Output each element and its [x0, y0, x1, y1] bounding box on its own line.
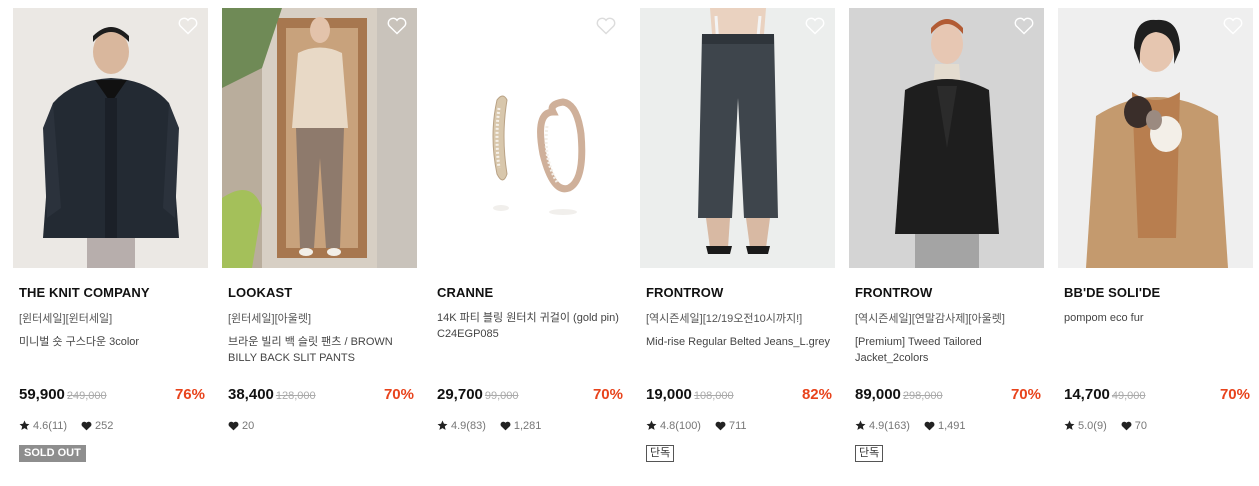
star-icon: [19, 420, 30, 434]
product-name[interactable]: pompom eco fur: [1064, 310, 1250, 326]
heart-filled-icon: [228, 421, 239, 434]
star-icon: [437, 420, 448, 434]
product-meta: 4.9(163) 1,491: [855, 420, 966, 434]
wishlist-heart-icon[interactable]: [1223, 17, 1243, 35]
heart-filled-icon: [81, 421, 92, 434]
product-name[interactable]: 미니벌 숏 구스다운 3color: [19, 334, 205, 350]
star-icon: [646, 420, 657, 434]
product-meta: 5.0(9) 70: [1064, 420, 1147, 434]
heart-filled-icon: [924, 421, 935, 434]
brand-name[interactable]: THE KNIT COMPANY: [19, 285, 150, 300]
product-image[interactable]: [222, 8, 417, 268]
sale-price: 19,000: [646, 386, 692, 403]
product-card[interactable]: THE KNIT COMPANY [윈터세일][윈터세일] 미니벌 숏 구스다운…: [13, 8, 208, 478]
discount-rate: 70%: [383, 386, 414, 403]
product-meta: 4.6(11) 252: [19, 420, 113, 434]
exclusive-badge: 단독: [855, 445, 884, 462]
discount-rate: 70%: [1010, 386, 1041, 403]
heart-filled-icon: [715, 421, 726, 434]
like-count: 252: [95, 420, 114, 432]
wishlist-heart-icon[interactable]: [596, 17, 616, 35]
exclusive-badge: 단독: [646, 445, 675, 462]
tweed-jacket-model-image: [849, 8, 1044, 268]
sale-price: 29,700: [437, 386, 483, 403]
price-row: 14,700 49,000 70%: [1064, 386, 1250, 406]
sale-price: 59,900: [19, 386, 65, 403]
discount-rate: 70%: [1219, 386, 1250, 403]
product-card[interactable]: FRONTROW [역시즌세일][12/19오전10시까지!] Mid-rise…: [640, 8, 835, 478]
sale-price: 38,400: [228, 386, 274, 403]
original-price: 108,000: [693, 390, 734, 402]
wishlist-heart-icon[interactable]: [805, 17, 825, 35]
puffer-jacket-model-image: [13, 8, 208, 268]
product-image[interactable]: [849, 8, 1044, 268]
rating-value: 4.9(163): [869, 420, 910, 432]
hoop-earrings-image: [431, 8, 626, 268]
product-tags: [역시즌세일][연말감사제][아울렛]: [855, 313, 1005, 325]
discount-rate: 76%: [174, 386, 205, 403]
fur-scarf-model-image: [1058, 8, 1253, 268]
original-price: 298,000: [902, 390, 943, 402]
jeans-model-image: [640, 8, 835, 268]
product-name[interactable]: 브라운 빌리 백 슬릿 팬츠 / BROWN BILLY BACK SLIT P…: [228, 334, 414, 366]
sold-out-badge: SOLD OUT: [19, 445, 86, 462]
star-icon: [855, 420, 866, 434]
price-row: 38,400 128,000 70%: [228, 386, 414, 406]
original-price: 49,000: [1111, 390, 1146, 402]
price-row: 29,700 99,000 70%: [437, 386, 623, 406]
product-meta: 4.9(83) 1,281: [437, 420, 541, 434]
original-price: 99,000: [484, 390, 519, 402]
product-card[interactable]: FRONTROW [역시즌세일][연말감사제][아울렛] [Premium] T…: [849, 8, 1044, 478]
star-icon: [1064, 420, 1075, 434]
brand-name[interactable]: BB'DE SOLI'DE: [1064, 285, 1160, 300]
price-row: 59,900 249,000 76%: [19, 386, 205, 406]
price-row: 19,000 108,000 82%: [646, 386, 832, 406]
brand-name[interactable]: LOOKAST: [228, 285, 292, 300]
sale-price: 89,000: [855, 386, 901, 403]
product-tags: [역시즌세일][12/19오전10시까지!]: [646, 313, 803, 325]
brand-name[interactable]: FRONTROW: [646, 285, 723, 300]
rating-value: 4.9(83): [451, 420, 486, 432]
wishlist-heart-icon[interactable]: [387, 17, 407, 35]
product-image[interactable]: [640, 8, 835, 268]
product-card[interactable]: CRANNE 14K 파티 블링 원터치 귀걸이 (gold pin) C24E…: [431, 8, 626, 478]
like-count: 711: [728, 420, 747, 432]
product-card[interactable]: BB'DE SOLI'DE pompom eco fur 14,700 49,00…: [1058, 8, 1253, 478]
product-card[interactable]: LOOKAST [윈터세일][아울렛] 브라운 빌리 백 슬릿 팬츠 / BRO…: [222, 8, 417, 478]
brand-name[interactable]: FRONTROW: [855, 285, 932, 300]
heart-filled-icon: [1121, 421, 1132, 434]
sale-price: 14,700: [1064, 386, 1110, 403]
like-count: 1,281: [513, 420, 542, 432]
heart-filled-icon: [500, 421, 511, 434]
discount-rate: 70%: [592, 386, 623, 403]
product-image[interactable]: [13, 8, 208, 268]
wishlist-heart-icon[interactable]: [178, 17, 198, 35]
slit-pants-model-image: [222, 8, 417, 268]
price-row: 89,000 298,000 70%: [855, 386, 1041, 406]
product-name[interactable]: Mid-rise Regular Belted Jeans_L.grey: [646, 334, 832, 350]
original-price: 249,000: [66, 390, 107, 402]
product-name[interactable]: 14K 파티 블링 원터치 귀걸이 (gold pin) C24EGP085: [437, 310, 623, 342]
brand-name[interactable]: CRANNE: [437, 285, 493, 300]
like-count: 1,491: [937, 420, 966, 432]
like-count: 20: [242, 420, 255, 432]
product-image[interactable]: [431, 8, 626, 268]
product-tags: [윈터세일][윈터세일]: [19, 313, 113, 325]
rating-value: 4.8(100): [660, 420, 701, 432]
rating-value: 5.0(9): [1078, 420, 1107, 432]
original-price: 128,000: [275, 390, 316, 402]
discount-rate: 82%: [801, 386, 832, 403]
product-tags: [윈터세일][아울렛]: [228, 313, 312, 325]
product-meta: 4.8(100) 711: [646, 420, 747, 434]
product-grid: THE KNIT COMPANY [윈터세일][윈터세일] 미니벌 숏 구스다운…: [0, 0, 1259, 486]
like-count: 70: [1134, 420, 1147, 432]
wishlist-heart-icon[interactable]: [1014, 17, 1034, 35]
product-image[interactable]: [1058, 8, 1253, 268]
product-meta: 20: [228, 420, 254, 434]
product-name[interactable]: [Premium] Tweed Tailored Jacket_2colors: [855, 334, 1041, 366]
rating-value: 4.6(11): [33, 420, 68, 432]
